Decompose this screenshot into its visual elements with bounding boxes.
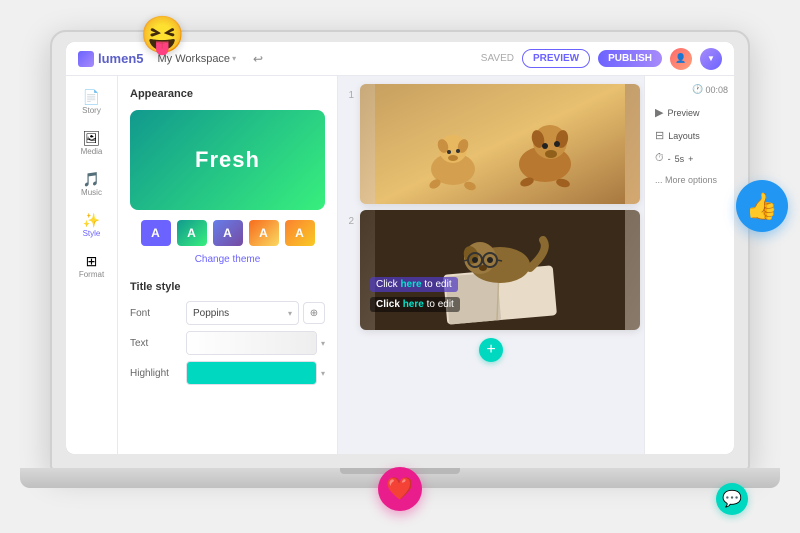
swatch-5[interactable]: A — [285, 220, 315, 246]
publish-button[interactable]: PUBLISH — [598, 50, 662, 67]
canvas-area: 1 — [338, 76, 644, 454]
duration-plus: + — [688, 154, 693, 164]
font-edit-icon[interactable]: ⊕ — [303, 302, 325, 324]
music-icon: 🎵 — [83, 172, 100, 186]
text-chevron-icon: ▾ — [321, 339, 325, 348]
dogs-svg — [360, 84, 640, 204]
panel-title: Appearance — [130, 88, 325, 100]
sidebar-item-story[interactable]: 📄 Story — [70, 84, 114, 121]
change-theme-button[interactable]: Change theme — [130, 252, 325, 267]
slide-1-number: 1 — [342, 84, 354, 101]
click-here-text-1[interactable]: Click here to edit — [370, 277, 458, 292]
preview-right-label: Preview — [667, 108, 699, 118]
sidebar-label-format: Format — [79, 270, 104, 279]
swatch-3[interactable]: A — [213, 220, 243, 246]
logo-icon — [78, 51, 94, 67]
sidebar-item-media[interactable]: 🖼 Media — [70, 125, 114, 162]
font-chevron-icon: ▾ — [288, 309, 292, 318]
slide-2-card[interactable]: Click here to edit Click here to edit — [360, 210, 640, 330]
story-icon: 📄 — [83, 90, 100, 104]
screen: lumen5 My Workspace ▾ ↩ SAVED PREVIEW PU… — [66, 42, 734, 454]
here-highlight-2: here — [403, 299, 424, 310]
preview-button[interactable]: PREVIEW — [522, 49, 590, 68]
text-row: Text ▾ — [130, 331, 325, 355]
logo-text: lumen5 — [98, 51, 144, 66]
duration-icon: ⏱ — [655, 152, 664, 165]
preview-right-button[interactable]: ▶ Preview — [651, 103, 728, 122]
topbar-right: SAVED PREVIEW PUBLISH 👤 ▼ — [481, 48, 722, 70]
undo-icon[interactable]: ↩ — [250, 51, 266, 67]
sidebar-label-media: Media — [81, 147, 103, 156]
layouts-button[interactable]: ⊟ Layouts — [651, 126, 728, 145]
thumbs-up-bubble: 👍 — [736, 180, 788, 232]
sidebar-item-format[interactable]: ⊞ Format — [70, 248, 114, 285]
style-icon: ✨ — [83, 213, 100, 227]
chat-button[interactable]: 💬 — [716, 483, 748, 515]
clock-icon: 🕐 — [692, 84, 703, 95]
highlight-row: Highlight ▾ — [130, 361, 325, 385]
sidebar-item-style[interactable]: ✨ Style — [70, 207, 114, 244]
user-avatar[interactable]: ▼ — [700, 48, 722, 70]
slide-1-row: 1 — [342, 84, 640, 204]
sidebar-label-music: Music — [81, 188, 102, 197]
highlight-chevron-icon: ▾ — [321, 369, 325, 378]
main-area: 📄 Story 🖼 Media 🎵 Music ✨ — [66, 76, 734, 454]
slide-2-number: 2 — [342, 210, 354, 227]
font-label: Font — [130, 308, 182, 319]
here-highlight-1: here — [400, 279, 421, 290]
duration-dash: - — [668, 154, 671, 164]
text-color-picker[interactable] — [186, 331, 317, 355]
more-options-button[interactable]: ... More options — [651, 172, 728, 188]
text-label: Text — [130, 338, 182, 349]
laptop-shell: lumen5 My Workspace ▾ ↩ SAVED PREVIEW PU… — [50, 30, 750, 470]
layouts-label: Layouts — [668, 131, 700, 141]
chevron-down-icon: ▾ — [232, 54, 236, 63]
font-row: Font Poppins ▾ ⊕ — [130, 301, 325, 325]
right-panel: 🕐 00:08 ▶ Preview ⊟ Layouts ⏱ — [644, 76, 734, 454]
sidebar: 📄 Story 🖼 Media 🎵 Music ✨ — [66, 76, 118, 454]
timer-display: 🕐 00:08 — [651, 84, 728, 95]
click-here-text-2[interactable]: Click here to edit — [370, 297, 460, 312]
slide-1-card[interactable] — [360, 84, 640, 204]
slide-2-image: Click here to edit Click here to edit — [360, 210, 640, 330]
font-select[interactable]: Poppins ▾ — [186, 301, 299, 325]
highlight-color-picker[interactable] — [186, 361, 317, 385]
layouts-icon: ⊟ — [655, 129, 664, 142]
avatar: 👤 — [670, 48, 692, 70]
play-icon: ▶ — [655, 106, 663, 119]
sidebar-label-style: Style — [83, 229, 101, 238]
highlight-label: Highlight — [130, 368, 182, 379]
duration-value: 5s — [675, 154, 685, 164]
saved-status: SAVED — [481, 53, 514, 64]
add-slide-button[interactable]: + — [479, 338, 503, 362]
dog-book-svg — [360, 210, 640, 330]
theme-swatches: A A A A A — [130, 220, 325, 246]
laugh-emoji: 😝 — [140, 14, 185, 56]
media-icon: 🖼 — [83, 131, 101, 145]
sidebar-item-music[interactable]: 🎵 Music — [70, 166, 114, 203]
logo: lumen5 — [78, 51, 144, 67]
slide-2-text-overlay: Click here to edit Click here to edit — [370, 274, 640, 312]
swatch-1[interactable]: A — [141, 220, 171, 246]
font-value: Poppins — [193, 308, 229, 319]
sidebar-label-story: Story — [82, 106, 101, 115]
scene: lumen5 My Workspace ▾ ↩ SAVED PREVIEW PU… — [0, 0, 800, 533]
format-icon: ⊞ — [86, 254, 98, 268]
duration-button[interactable]: ⏱ - 5s + — [651, 149, 728, 168]
slide-1-image — [360, 84, 640, 204]
theme-preview: Fresh — [130, 110, 325, 210]
title-style-label: Title style — [130, 281, 325, 293]
slide-2-row: 2 — [342, 210, 640, 330]
swatch-4[interactable]: A — [249, 220, 279, 246]
swatch-2[interactable]: A — [177, 220, 207, 246]
heart-bubble: ❤️ — [378, 467, 422, 511]
theme-preview-text: Fresh — [195, 147, 260, 173]
appearance-panel: Appearance Fresh A A A A A Change theme — [118, 76, 338, 454]
screen-bezel: lumen5 My Workspace ▾ ↩ SAVED PREVIEW PU… — [66, 42, 734, 454]
timer-value: 00:08 — [705, 85, 728, 95]
